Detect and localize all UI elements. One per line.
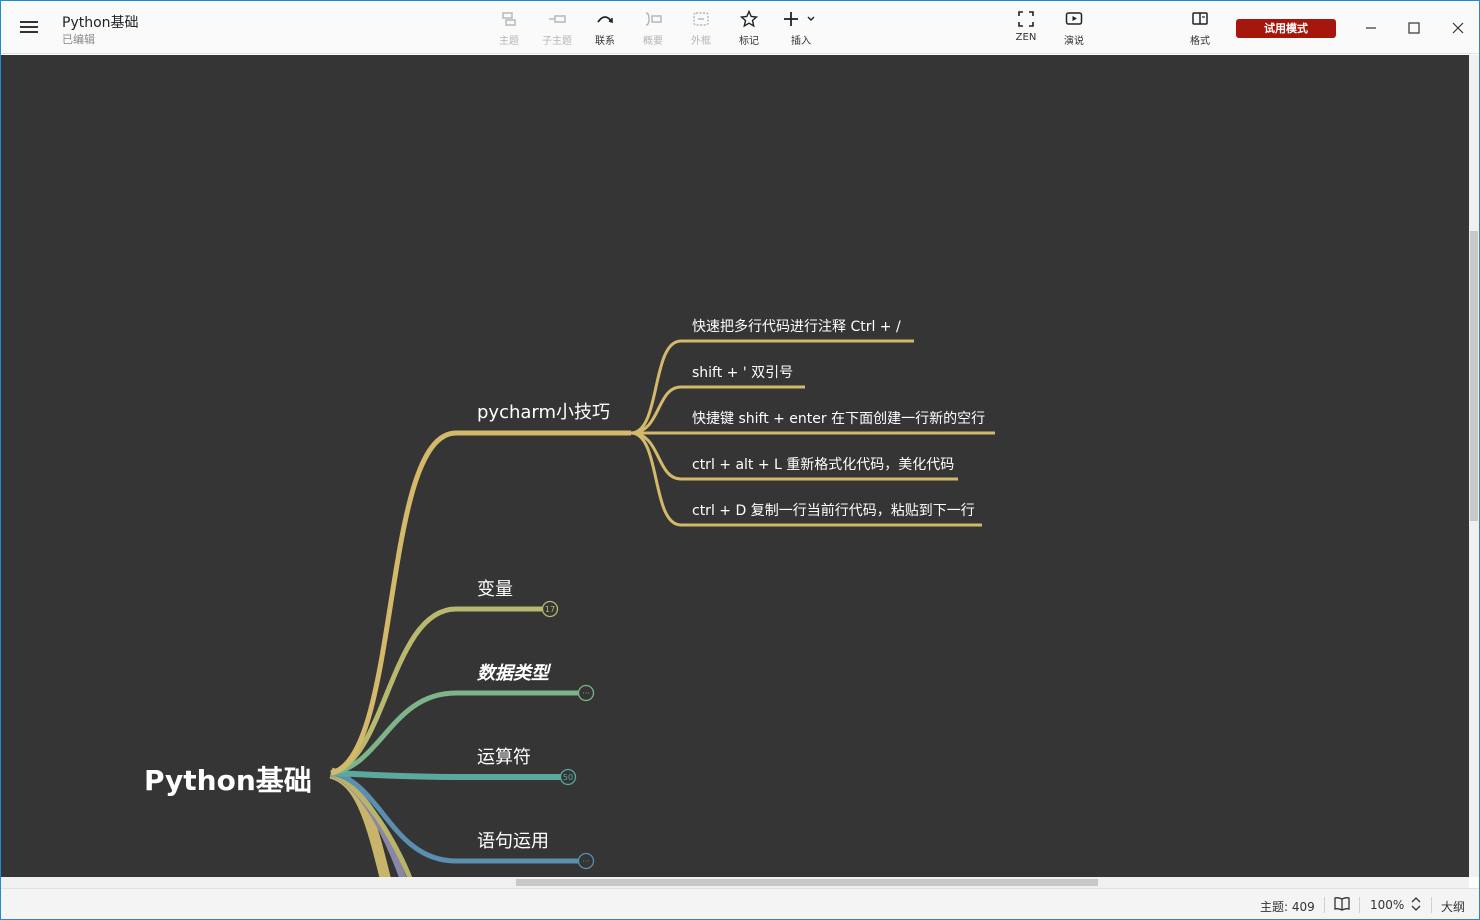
relationship-label: 联系 xyxy=(595,36,615,47)
fullscreen-icon xyxy=(1018,11,1034,27)
app-window: Python基础 已编辑 主题 子主题 联系 概要 外框 标记 插入 ZEN 演… xyxy=(0,0,1480,920)
badge-operators-count: 50 xyxy=(563,773,573,782)
zen-label: ZEN xyxy=(1015,32,1037,43)
status-divider xyxy=(1431,897,1432,913)
zoom-level[interactable]: 100% xyxy=(1370,898,1404,912)
zen-button[interactable]: ZEN xyxy=(1004,10,1048,50)
branch-connector-operators xyxy=(330,770,568,780)
book-icon[interactable] xyxy=(1333,896,1351,912)
topic-variables[interactable]: 变量 xyxy=(477,575,513,601)
vertical-scroll-thumb[interactable] xyxy=(1470,231,1478,521)
hamburger-menu-icon[interactable] xyxy=(20,18,38,36)
document-status: 已编辑 xyxy=(62,33,95,46)
topic-pycharm-tips[interactable]: pycharm小技巧 xyxy=(477,398,610,424)
star-icon xyxy=(740,10,758,28)
summary-button[interactable]: 概要 xyxy=(631,10,675,50)
presentation-label: 演说 xyxy=(1064,36,1084,47)
vertical-scrollbar[interactable] xyxy=(1469,55,1479,877)
topic-operators[interactable]: 运算符 xyxy=(477,743,531,769)
panel-icon xyxy=(1192,12,1208,25)
subtopic-label: 子主题 xyxy=(542,36,572,47)
status-divider xyxy=(1324,897,1325,913)
format-label: 格式 xyxy=(1190,36,1210,47)
boundary-icon xyxy=(693,12,709,26)
marker-label: 标记 xyxy=(739,36,759,47)
badge-variables-count: 17 xyxy=(545,605,555,614)
status-bar: 主题: 409 100% 大纲 xyxy=(1,888,1479,919)
topic-statements[interactable]: 语句运用 xyxy=(477,827,549,853)
boundary-label: 外框 xyxy=(691,36,711,47)
status-divider xyxy=(1359,897,1360,913)
topic-label: 主题 xyxy=(499,36,519,47)
boundary-button[interactable]: 外框 xyxy=(679,10,723,50)
topic-count: 主题: 409 xyxy=(1260,900,1315,914)
badge-statements-count: ··· xyxy=(582,857,590,866)
insert-label: 插入 xyxy=(791,36,811,47)
insert-button[interactable]: 插入 xyxy=(779,10,823,50)
trial-mode-button[interactable]: 试用模式 xyxy=(1236,19,1336,38)
topic-button[interactable]: 主题 xyxy=(487,10,531,50)
maximize-icon[interactable] xyxy=(1404,18,1424,38)
summary-label: 概要 xyxy=(643,36,663,47)
presentation-button[interactable]: 演说 xyxy=(1052,10,1096,50)
minimize-icon[interactable] xyxy=(1361,18,1381,38)
topic-data-types[interactable]: 数据类型 xyxy=(477,659,549,685)
badge-variables[interactable]: 17 xyxy=(541,600,559,618)
relationship-icon xyxy=(597,16,613,24)
topic-icon xyxy=(502,12,516,26)
badge-operators[interactable]: 50 xyxy=(559,768,577,786)
document-title: Python基础 xyxy=(62,15,139,31)
subtopic-double-quote[interactable]: shift + ' 双引号 xyxy=(692,362,793,382)
close-icon[interactable] xyxy=(1448,18,1468,38)
marker-button[interactable]: 标记 xyxy=(727,10,771,50)
subtopic-icon xyxy=(549,15,566,23)
horizontal-scroll-thumb[interactable] xyxy=(516,879,1098,886)
root-topic[interactable]: Python基础 xyxy=(144,759,312,799)
horizontal-scrollbar[interactable] xyxy=(1,877,1469,888)
badge-statements[interactable]: ··· xyxy=(577,852,595,870)
badge-datatypes-count: ··· xyxy=(582,689,590,698)
plus-icon xyxy=(784,12,815,26)
format-button[interactable]: 格式 xyxy=(1178,10,1222,50)
summary-icon xyxy=(645,12,662,26)
outline-button[interactable]: 大纲 xyxy=(1441,898,1465,915)
badge-datatypes[interactable]: ··· xyxy=(577,684,595,702)
subtopic-new-line[interactable]: 快捷键 shift + enter 在下面创建一行新的空行 xyxy=(692,408,985,428)
mindmap-canvas[interactable]: 17 ··· 50 ··· Python基础 pycharm小技巧 变量 数据类… xyxy=(1,55,1469,877)
play-icon xyxy=(1065,12,1083,25)
zoom-stepper-icon[interactable] xyxy=(1410,895,1422,913)
relationship-button[interactable]: 联系 xyxy=(583,10,627,50)
subtopic-duplicate-line[interactable]: ctrl + D 复制一行当前行代码，粘贴到下一行 xyxy=(692,500,975,520)
toolbar: Python基础 已编辑 主题 子主题 联系 概要 外框 标记 插入 ZEN 演… xyxy=(1,1,1479,54)
subtopic-reformat[interactable]: ctrl + alt + L 重新格式化代码，美化代码 xyxy=(692,454,954,474)
subtopic-button[interactable]: 子主题 xyxy=(535,10,579,50)
subtopic-comment-shortcut[interactable]: 快速把多行代码进行注释 Ctrl + / xyxy=(692,316,901,336)
